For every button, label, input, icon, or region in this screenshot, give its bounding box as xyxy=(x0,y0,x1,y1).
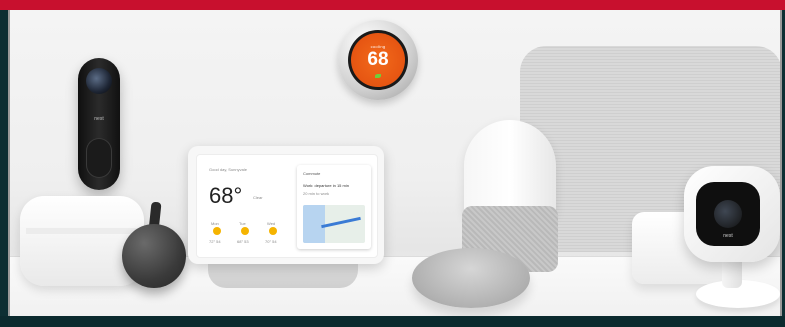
map-route xyxy=(321,216,361,229)
router-band xyxy=(26,228,138,234)
chromecast-device xyxy=(122,224,186,288)
hub-condition: Clear xyxy=(253,195,263,200)
commute-line2: 20 min to work xyxy=(303,191,330,196)
sun-icon xyxy=(241,227,249,235)
camera-brand-label: nest xyxy=(723,233,733,239)
nest-hello-doorbell: nest xyxy=(78,58,120,190)
top-red-bar xyxy=(0,0,785,10)
commute-card: Commute Work: departure in 15 min 20 min… xyxy=(297,165,371,249)
camera-lens xyxy=(714,200,742,228)
bottom-dark-bar xyxy=(0,316,785,327)
hub-temperature: 68° xyxy=(209,183,243,208)
sun-icon xyxy=(269,227,277,235)
thermostat-display: cooling 68 xyxy=(351,33,405,87)
thermostat-face: cooling 68 xyxy=(348,30,408,90)
doorbell-button xyxy=(86,138,112,178)
leaf-icon xyxy=(375,74,381,78)
forecast-temps: 72° 54 xyxy=(209,239,221,244)
doorbell-brand-label: nest xyxy=(94,116,104,122)
commute-map xyxy=(303,205,365,243)
hub-greeting: Good day, Sunnyvale xyxy=(209,167,247,172)
product-photo: cooling 68 nest Good day, Sunnyvale 68° … xyxy=(8,10,782,316)
commute-line1: Work: departure in 15 min xyxy=(303,183,349,188)
forecast-day: Mon xyxy=(211,221,219,226)
commute-title: Commute xyxy=(303,171,321,176)
camera-face: nest xyxy=(696,182,760,246)
nest-cam-iq-indoor: nest xyxy=(684,166,780,262)
sun-icon xyxy=(213,227,221,235)
forecast-day: Tue xyxy=(239,221,246,226)
nest-hub-display: Good day, Sunnyvale 68° Clear Mon 72° 54… xyxy=(188,146,384,264)
forecast-temps: 70° 54 xyxy=(265,239,277,244)
nest-hub-screen: Good day, Sunnyvale 68° Clear Mon 72° 54… xyxy=(196,154,378,258)
google-home-mini xyxy=(412,248,530,308)
forecast-temps: 68° 53 xyxy=(237,239,249,244)
doorbell-camera-lens xyxy=(86,68,112,94)
forecast-day: Wed xyxy=(267,221,276,226)
nest-thermostat: cooling 68 xyxy=(338,20,418,100)
google-home-speaker xyxy=(464,120,556,218)
thermostat-temperature: 68 xyxy=(367,49,389,70)
